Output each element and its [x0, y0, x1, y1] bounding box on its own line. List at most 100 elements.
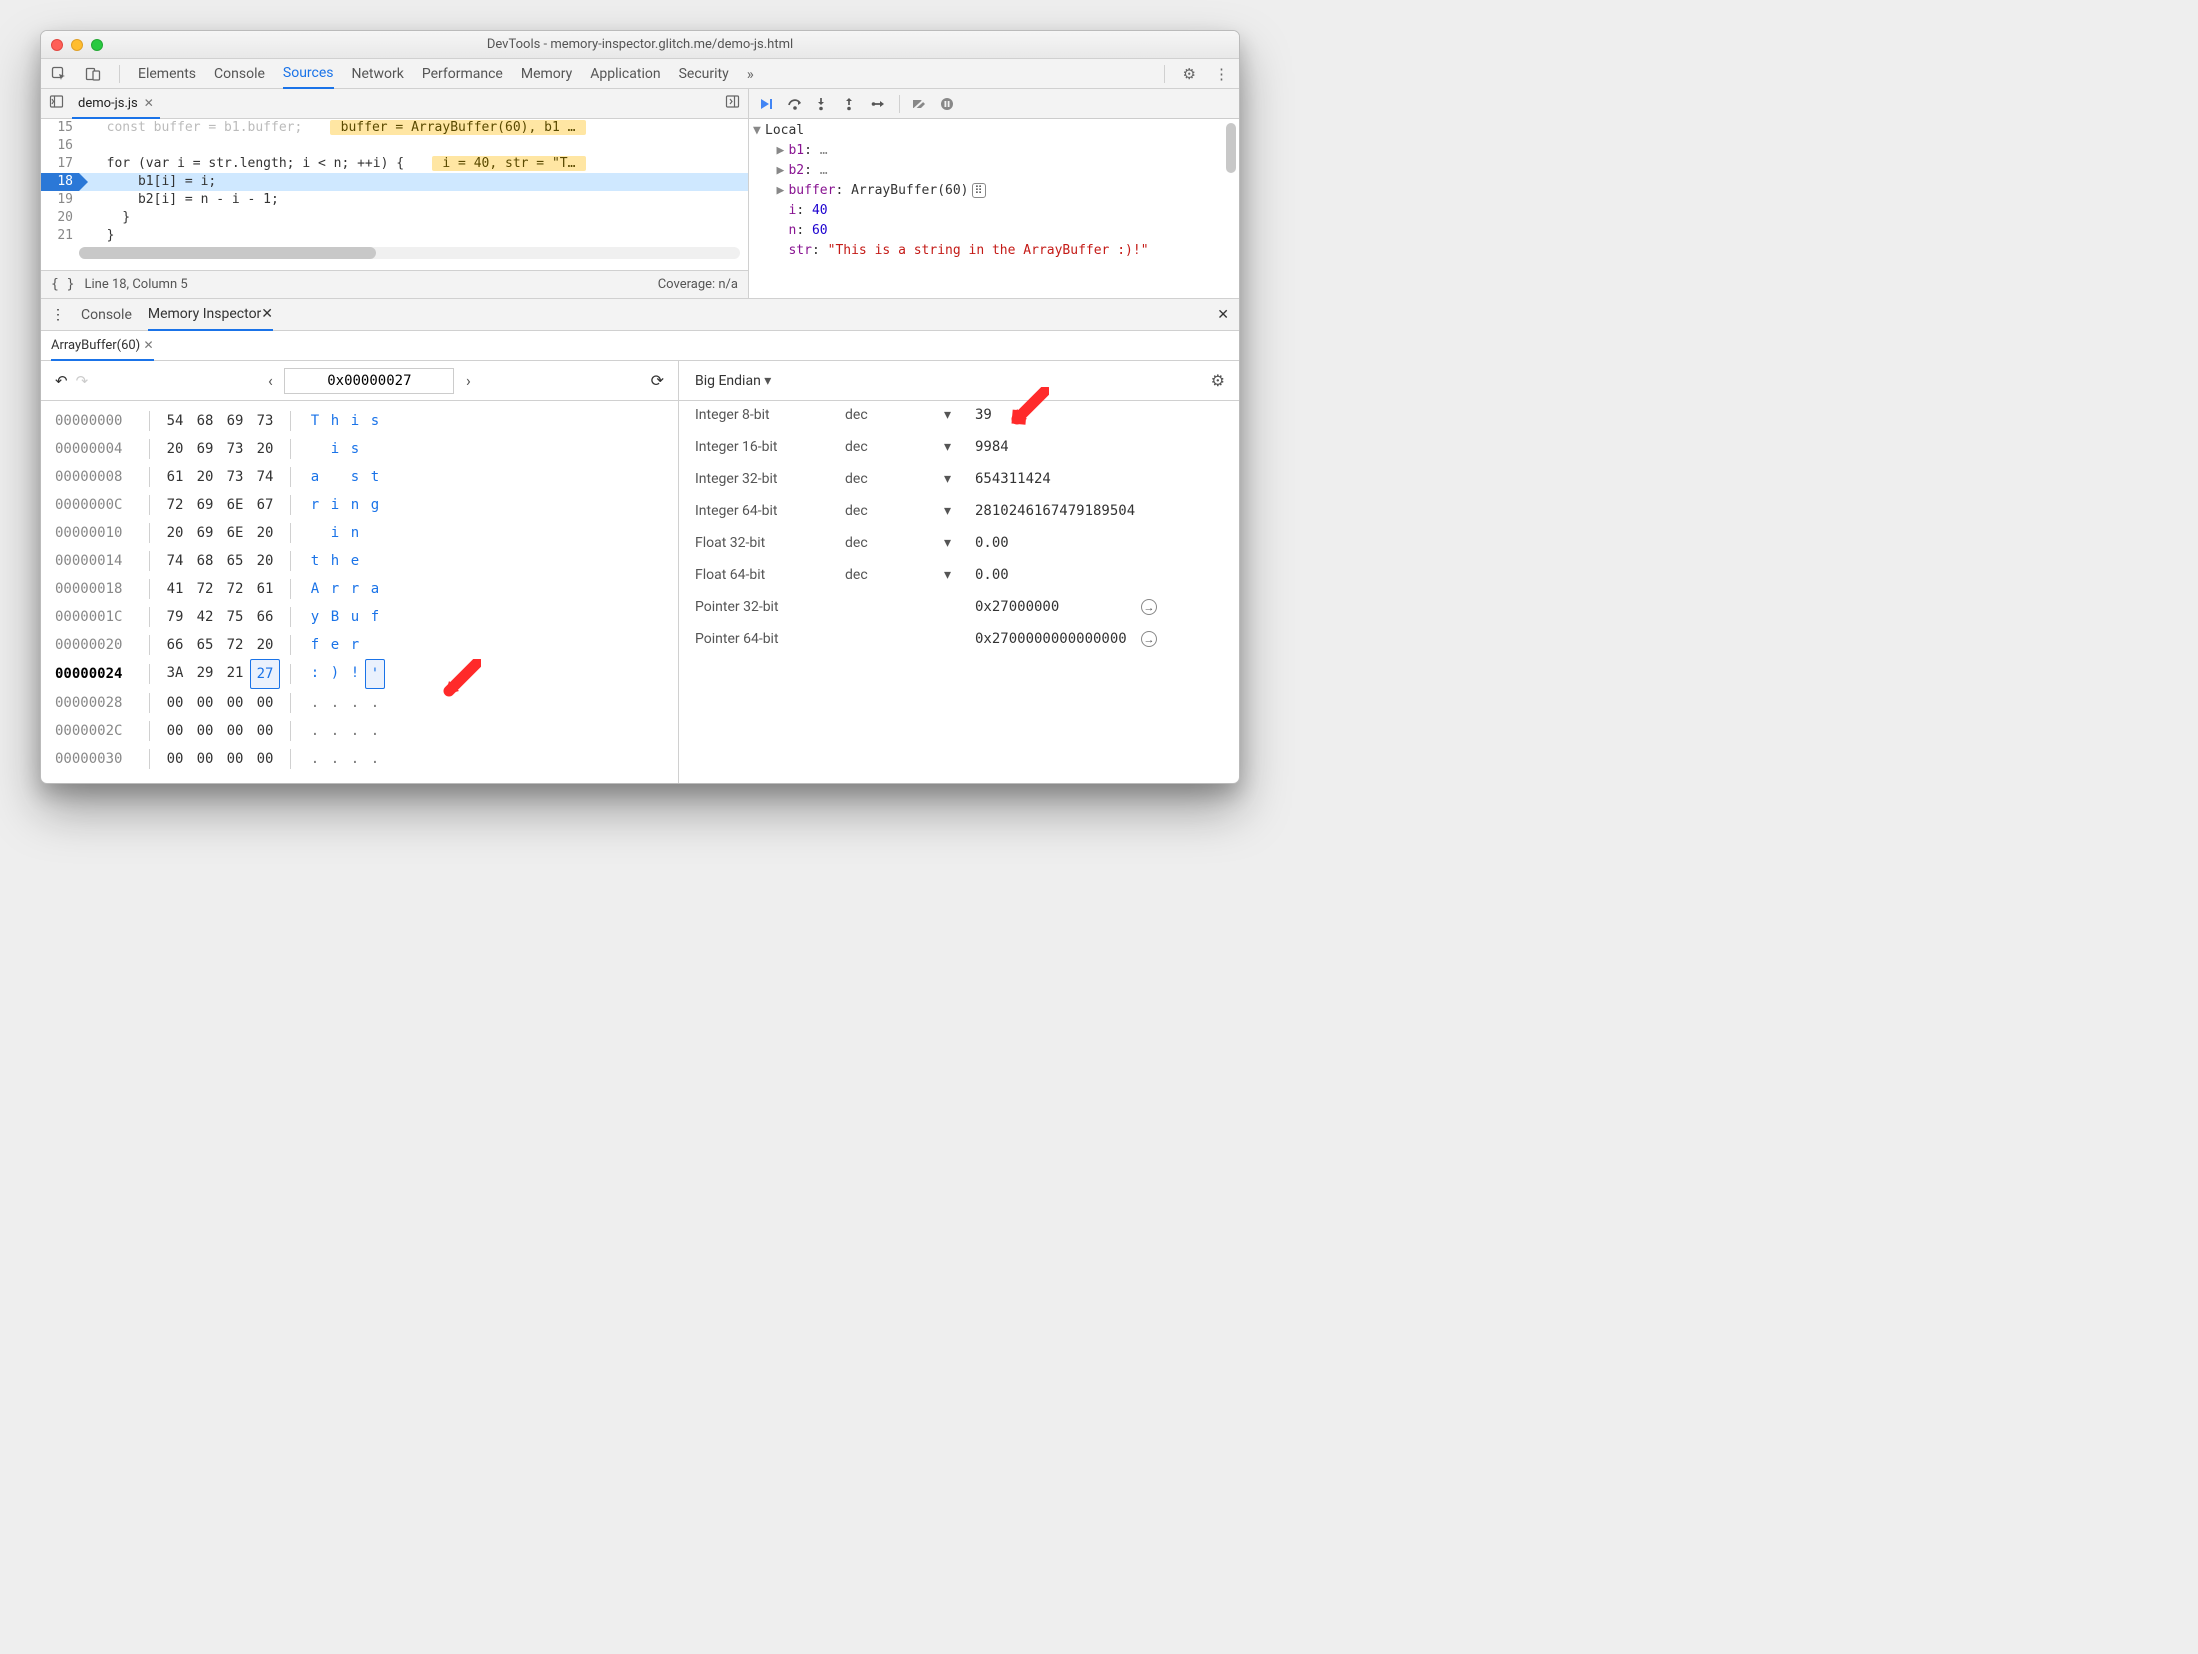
ascii-byte[interactable]: . — [345, 717, 365, 745]
line-number[interactable]: 18 — [41, 173, 79, 191]
line-number[interactable]: 16 — [41, 137, 79, 155]
debugger-toggle-icon[interactable] — [725, 94, 740, 113]
ascii-byte[interactable]: r — [345, 631, 365, 659]
jump-to-address-icon[interactable]: → — [1141, 631, 1157, 647]
hex-row[interactable]: 0000001841727261Arra — [55, 575, 664, 603]
ascii-byte[interactable]: . — [325, 717, 345, 745]
ascii-byte[interactable]: i — [325, 435, 345, 463]
inspect-element-icon[interactable] — [51, 66, 67, 82]
overflow-tabs-icon[interactable]: » — [747, 65, 754, 83]
hex-byte[interactable]: 72 — [190, 575, 220, 603]
ascii-byte[interactable]: i — [325, 491, 345, 519]
hex-byte[interactable]: 72 — [160, 491, 190, 519]
hex-byte[interactable]: 20 — [250, 435, 280, 463]
scope-variable[interactable]: ▶b1: … — [753, 141, 1239, 161]
scrollbar-thumb[interactable] — [1226, 123, 1236, 173]
drawer-tab-console[interactable]: Console — [81, 299, 132, 330]
drawer-kebab-icon[interactable]: ⋮ — [51, 307, 65, 323]
hex-byte[interactable]: 20 — [160, 519, 190, 547]
hex-byte[interactable]: 42 — [190, 603, 220, 631]
main-tab-elements[interactable]: Elements — [138, 66, 196, 82]
encoding-select[interactable]: dec — [845, 439, 975, 455]
hex-byte[interactable]: 69 — [190, 435, 220, 463]
pause-on-exceptions-button[interactable] — [940, 97, 956, 111]
ascii-byte[interactable]: . — [365, 689, 385, 717]
ascii-byte[interactable]: . — [305, 689, 325, 717]
ascii-byte[interactable]: ) — [325, 659, 345, 689]
hex-row[interactable]: 0000001C79427566yBuf — [55, 603, 664, 631]
hex-byte[interactable]: 74 — [250, 463, 280, 491]
hex-byte[interactable]: 6E — [220, 519, 250, 547]
encoding-select[interactable]: dec — [845, 471, 975, 487]
code-line[interactable]: } — [79, 209, 130, 227]
hex-row[interactable]: 0000002800000000.... — [55, 689, 664, 717]
scope-variable[interactable]: str: "This is a string in the ArrayBuffe… — [753, 241, 1239, 261]
hex-byte[interactable]: 75 — [220, 603, 250, 631]
hex-byte[interactable]: 65 — [220, 547, 250, 575]
ascii-byte[interactable]: h — [325, 407, 345, 435]
hex-byte[interactable]: 73 — [220, 435, 250, 463]
endian-select[interactable]: Big Endian — [695, 373, 771, 389]
ascii-byte[interactable]: s — [345, 463, 365, 491]
hex-byte[interactable]: 6E — [220, 491, 250, 519]
main-tab-application[interactable]: Application — [590, 66, 660, 82]
ascii-byte[interactable] — [365, 519, 385, 547]
ascii-byte[interactable]: f — [365, 603, 385, 631]
resume-button[interactable] — [759, 97, 775, 111]
ascii-byte[interactable] — [305, 435, 325, 463]
hex-row[interactable]: 0000000861207374a st — [55, 463, 664, 491]
scope-variables[interactable]: ▼Local ▶b1: … ▶b2: … ▶buffer: ArrayBuffe… — [749, 119, 1239, 298]
hex-byte[interactable]: 00 — [160, 689, 190, 717]
hex-byte[interactable]: 73 — [220, 463, 250, 491]
ascii-byte[interactable]: t — [365, 463, 385, 491]
hex-row[interactable]: 0000000C72696E67ring — [55, 491, 664, 519]
encoding-select[interactable]: dec — [845, 503, 975, 519]
close-drawer-icon[interactable]: ✕ — [1217, 307, 1229, 323]
hex-byte[interactable]: 00 — [190, 745, 220, 773]
code-editor[interactable]: 15 const buffer = b1.buffer; buffer = Ar… — [41, 119, 748, 270]
hex-byte[interactable]: 00 — [160, 717, 190, 745]
code-line[interactable] — [79, 137, 107, 155]
ascii-byte[interactable]: n — [345, 491, 365, 519]
hex-byte[interactable]: 27 — [250, 659, 280, 689]
hex-byte[interactable]: 54 — [160, 407, 190, 435]
hex-byte[interactable]: 66 — [250, 603, 280, 631]
hex-byte[interactable]: 00 — [190, 717, 220, 745]
ascii-byte[interactable]: s — [365, 407, 385, 435]
ascii-byte[interactable]: a — [365, 575, 385, 603]
ascii-byte[interactable]: s — [345, 435, 365, 463]
hex-table[interactable]: 0000000054686973This0000000420697320 is … — [41, 401, 678, 783]
hex-byte[interactable]: 68 — [190, 407, 220, 435]
hex-row[interactable]: 0000000420697320 is — [55, 435, 664, 463]
ascii-byte[interactable]: . — [305, 745, 325, 773]
hex-byte[interactable]: 69 — [190, 491, 220, 519]
ascii-byte[interactable]: A — [305, 575, 325, 603]
hex-row[interactable]: 000000243A292127:)!' — [55, 659, 664, 689]
main-tab-performance[interactable]: Performance — [422, 66, 503, 82]
main-tab-network[interactable]: Network — [352, 66, 404, 82]
ascii-byte[interactable]: . — [325, 689, 345, 717]
ascii-byte[interactable]: . — [325, 745, 345, 773]
hex-row[interactable]: 0000002066657220fer — [55, 631, 664, 659]
hex-byte[interactable]: 68 — [190, 547, 220, 575]
ascii-byte[interactable]: ! — [345, 659, 365, 689]
hex-byte[interactable]: 00 — [220, 717, 250, 745]
drawer-tab-memory-inspector[interactable]: Memory Inspector ✕ — [148, 300, 273, 331]
hex-byte[interactable]: 20 — [250, 547, 280, 575]
hex-row[interactable]: 0000000054686973This — [55, 407, 664, 435]
hex-byte[interactable]: 61 — [250, 575, 280, 603]
hex-byte[interactable]: 20 — [250, 519, 280, 547]
deactivate-breakpoints-button[interactable] — [912, 97, 928, 111]
hex-byte[interactable]: 00 — [220, 745, 250, 773]
ascii-byte[interactable]: r — [325, 575, 345, 603]
close-tab-icon[interactable]: ✕ — [144, 96, 154, 110]
hex-byte[interactable]: 66 — [160, 631, 190, 659]
hex-byte[interactable]: 00 — [250, 689, 280, 717]
reveal-in-memory-icon[interactable]: ⠿ — [972, 183, 986, 198]
ascii-byte[interactable] — [365, 631, 385, 659]
step-out-button[interactable] — [843, 97, 859, 111]
ascii-byte[interactable]: . — [365, 717, 385, 745]
address-input[interactable] — [284, 368, 454, 394]
hex-byte[interactable]: 00 — [160, 745, 190, 773]
code-line[interactable]: for (var i = str.length; i < n; ++i) { i… — [79, 155, 586, 173]
